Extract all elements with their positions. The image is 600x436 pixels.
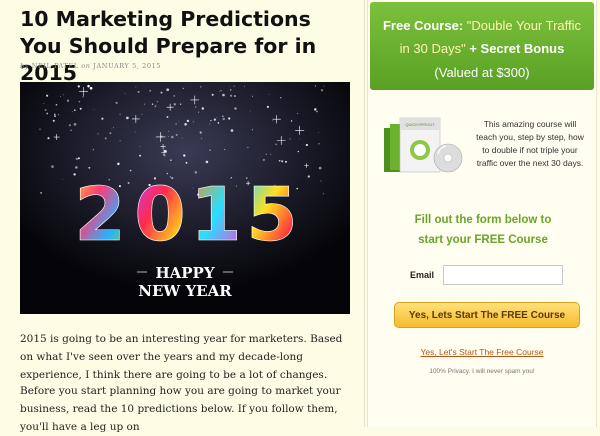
- privacy-note: 100% Privacy. I will never spam you!: [429, 368, 535, 375]
- course-signup-widget: Free Course: "Double Your Traffic in 30 …: [367, 0, 597, 427]
- signup-heading-line2: start your FREE Course: [418, 234, 548, 246]
- greeting-line1: HAPPY: [155, 264, 214, 282]
- email-field[interactable]: [443, 265, 563, 285]
- year-digit: 0: [134, 172, 186, 258]
- banner-value: (Valued at $300): [434, 65, 530, 80]
- byline-on: on: [81, 62, 91, 70]
- greeting-line2: NEW YEAR: [138, 282, 232, 300]
- article-paragraph: Before you start planning how you are go…: [20, 385, 341, 433]
- start-course-link[interactable]: Yes, Let's Start The Free Course: [368, 347, 596, 357]
- fireworks-illustration: 2 0 1 5 HAPPY NEW YEAR: [20, 82, 350, 314]
- author-name[interactable]: NEIL PATEL: [32, 62, 79, 70]
- course-product-image: QUICKSPROUT: [384, 117, 463, 173]
- banner-free-course: Free Course:: [382, 18, 464, 33]
- banner-quote-2: in 30 Days": [399, 41, 466, 56]
- article-paragraph: 2015 is going to be an interesting year …: [20, 333, 343, 381]
- byline-prefix: by: [20, 62, 30, 70]
- year-digit: 5: [246, 172, 298, 258]
- banner-line-2: in 30 Days" + Secret Bonus: [370, 41, 594, 56]
- article-column: 10 Marketing Predictions You Should Prep…: [0, 0, 356, 433]
- banner-bonus: + Secret Bonus: [469, 41, 565, 56]
- product-box-label: QUICKSPROUT: [405, 122, 435, 127]
- hero-image: 2 0 1 5 HAPPY NEW YEAR: [20, 82, 350, 314]
- publish-date: JANUARY 5, 2015: [93, 62, 162, 70]
- course-banner: Free Course: "Double Your Traffic in 30 …: [370, 2, 594, 90]
- sidebar-divider: [364, 0, 365, 427]
- banner-line-1: Free Course: "Double Your Traffic: [370, 18, 594, 34]
- product-description: This amazing course will teach you, step…: [476, 119, 584, 168]
- byline: by NEIL PATEL on JANUARY 5, 2015: [20, 62, 161, 70]
- year-digit: 1: [190, 172, 242, 258]
- email-label: Email: [410, 270, 435, 280]
- year-digit: 2: [74, 172, 126, 258]
- article-title[interactable]: 10 Marketing Predictions You Should Prep…: [20, 6, 350, 87]
- signup-heading: Fill out the form below to start your FR…: [378, 210, 588, 250]
- start-course-button[interactable]: Yes, Lets Start The FREE Course: [394, 302, 580, 328]
- signup-heading-line1: Fill out the form below to: [414, 214, 552, 226]
- banner-quote: "Double Your Traffic: [466, 18, 582, 33]
